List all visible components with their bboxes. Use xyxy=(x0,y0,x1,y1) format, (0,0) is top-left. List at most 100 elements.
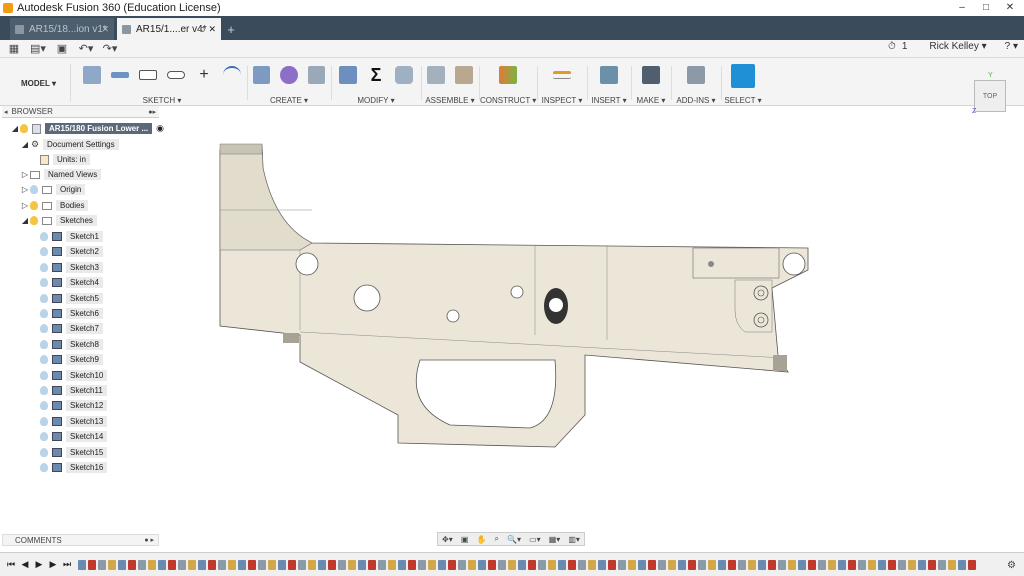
timeline-feature-icon[interactable] xyxy=(248,559,256,570)
job-count[interactable]: 1 xyxy=(902,41,908,52)
timeline-feature-icon[interactable] xyxy=(428,559,436,570)
tree-sketch-item[interactable]: Sketch14 xyxy=(40,430,108,443)
timeline-feature-icon[interactable] xyxy=(138,559,146,570)
step-back-icon[interactable]: ◀ xyxy=(18,559,32,570)
tree-sketch-item[interactable]: Sketch5 xyxy=(40,292,103,305)
collapse-triangle-icon[interactable]: ◢ xyxy=(20,140,30,149)
maximize-button[interactable]: □ xyxy=(974,0,998,14)
timeline-feature-icon[interactable] xyxy=(508,559,516,570)
timeline-feature-icon[interactable] xyxy=(548,559,556,570)
timeline-feature-icon[interactable] xyxy=(358,559,366,570)
timeline-feature-icon[interactable] xyxy=(788,559,796,570)
create-menu[interactable]: CREATE ▾ xyxy=(248,96,330,105)
visibility-bulb-icon[interactable] xyxy=(30,216,38,225)
visibility-bulb-icon[interactable] xyxy=(40,401,48,411)
new-tab-button[interactable]: + xyxy=(224,21,238,37)
visibility-bulb-icon[interactable] xyxy=(40,386,48,395)
tree-sketch-item[interactable]: Sketch15 xyxy=(40,446,108,459)
timeline-feature-icon[interactable] xyxy=(918,559,926,570)
insert-menu[interactable]: INSERT ▾ xyxy=(588,96,630,105)
timeline-feature-icon[interactable] xyxy=(178,559,186,570)
job-status-icon[interactable]: ⏱ xyxy=(888,41,896,52)
tree-sketch-item[interactable]: Sketch16 xyxy=(40,461,108,474)
visibility-bulb-icon[interactable] xyxy=(40,309,48,318)
timeline-feature-icon[interactable] xyxy=(728,559,736,570)
timeline-feature-icon[interactable] xyxy=(348,559,356,570)
form-icon[interactable] xyxy=(280,66,298,84)
visibility-bulb-icon[interactable] xyxy=(40,416,48,426)
timeline-feature-icon[interactable] xyxy=(188,559,196,570)
tree-sketch-item[interactable]: Sketch10 xyxy=(40,369,108,382)
timeline-feature-icon[interactable] xyxy=(578,559,586,570)
timeline-feature-icon[interactable] xyxy=(208,559,216,570)
timeline-feature-icon[interactable] xyxy=(948,559,956,570)
visibility-bulb-icon[interactable] xyxy=(40,463,48,472)
timeline-feature-icon[interactable] xyxy=(908,559,916,570)
inspect-menu[interactable]: INSPECT ▾ xyxy=(538,96,586,105)
browser-header[interactable]: ◂ BROWSER ●▸ xyxy=(2,106,159,118)
orbit-icon[interactable]: ✥▾ xyxy=(442,535,453,544)
select-menu[interactable]: SELECT ▾ xyxy=(722,96,764,105)
timeline-feature-icon[interactable] xyxy=(408,559,416,570)
timeline-feature-icon[interactable] xyxy=(758,559,766,570)
timeline-feature-icon[interactable] xyxy=(438,559,446,570)
visibility-bulb-icon[interactable] xyxy=(40,355,48,365)
timeline-feature-icon[interactable] xyxy=(818,559,826,570)
timeline-feature-icon[interactable] xyxy=(318,559,326,570)
timeline-feature-icon[interactable] xyxy=(648,559,656,570)
assemble-menu[interactable]: ASSEMBLE ▾ xyxy=(422,96,478,105)
timeline-feature-icon[interactable] xyxy=(618,559,626,570)
tree-sketch-item[interactable]: Sketch3 xyxy=(40,261,103,274)
timeline-feature-icon[interactable] xyxy=(338,559,346,570)
timeline-feature-icon[interactable] xyxy=(588,559,596,570)
timeline-feature-icon[interactable] xyxy=(148,559,156,570)
timeline-feature-icon[interactable] xyxy=(168,559,176,570)
timeline-feature-icon[interactable] xyxy=(378,559,386,570)
expand-triangle-icon[interactable]: ▷ xyxy=(20,201,30,210)
zoom-window-icon[interactable]: ⌕ xyxy=(494,534,498,544)
visibility-bulb-icon[interactable] xyxy=(40,432,48,442)
close-window-button[interactable]: ✕ xyxy=(998,0,1022,14)
tree-sketch-item[interactable]: Sketch9 xyxy=(40,353,103,366)
timeline-feature-icon[interactable] xyxy=(488,559,496,570)
timeline-feature-icon[interactable] xyxy=(708,559,716,570)
timeline-feature-icon[interactable] xyxy=(778,559,786,570)
add-ins-menu[interactable]: ADD-INS ▾ xyxy=(672,96,720,105)
visibility-bulb-icon[interactable] xyxy=(30,201,38,210)
tree-sketch-item[interactable]: Sketch2 xyxy=(40,245,103,258)
tree-sketch-item[interactable]: Sketch6 xyxy=(40,307,103,320)
visibility-bulb-icon[interactable] xyxy=(40,232,48,241)
tree-sketch-item[interactable]: Sketch11 xyxy=(40,384,107,397)
make-menu[interactable]: MAKE ▾ xyxy=(632,96,670,105)
timeline-feature-icon[interactable] xyxy=(218,559,226,570)
timeline-feature-icon[interactable] xyxy=(808,559,816,570)
timeline-feature-icon[interactable] xyxy=(118,559,126,570)
timeline-feature-icon[interactable] xyxy=(898,559,906,570)
fillet-icon[interactable] xyxy=(395,66,413,84)
timeline-feature-icon[interactable] xyxy=(738,559,746,570)
timeline-feature-icon[interactable] xyxy=(688,559,696,570)
go-to-end-icon[interactable]: ⏭ xyxy=(60,559,74,570)
timeline-feature-icon[interactable] xyxy=(368,559,376,570)
step-forward-icon[interactable]: ▶ xyxy=(46,559,60,570)
timeline-feature-icon[interactable] xyxy=(668,559,676,570)
timeline-feature-icon[interactable] xyxy=(198,559,206,570)
document-tab-2[interactable]: AR15/1....er v4* ✕ xyxy=(117,18,221,40)
timeline-feature-icon[interactable] xyxy=(418,559,426,570)
user-menu[interactable]: Rick Kelley ▾ xyxy=(929,41,986,52)
timeline-feature-icon[interactable] xyxy=(678,559,686,570)
tree-origin[interactable]: ▷ Origin xyxy=(20,183,86,196)
sketch-menu[interactable]: SKETCH ▾ xyxy=(78,96,246,105)
tree-sketch-item[interactable]: Sketch7 xyxy=(40,322,103,335)
close-tab-icon[interactable]: ✕ xyxy=(101,24,109,35)
timeline-feature-icon[interactable] xyxy=(528,559,536,570)
go-to-start-icon[interactable]: ⏮ xyxy=(4,559,18,570)
tree-sketch-item[interactable]: Sketch8 xyxy=(40,338,103,351)
help-menu[interactable]: ? ▾ xyxy=(1005,41,1018,52)
timeline-feature-icon[interactable] xyxy=(698,559,706,570)
timeline-feature-icon[interactable] xyxy=(958,559,966,570)
tree-sketch-item[interactable]: Sketch12 xyxy=(40,399,108,412)
timeline-feature-icon[interactable] xyxy=(108,559,116,570)
timeline-feature-icon[interactable] xyxy=(228,559,236,570)
grid-settings-icon[interactable]: ▦▾ xyxy=(549,535,561,544)
